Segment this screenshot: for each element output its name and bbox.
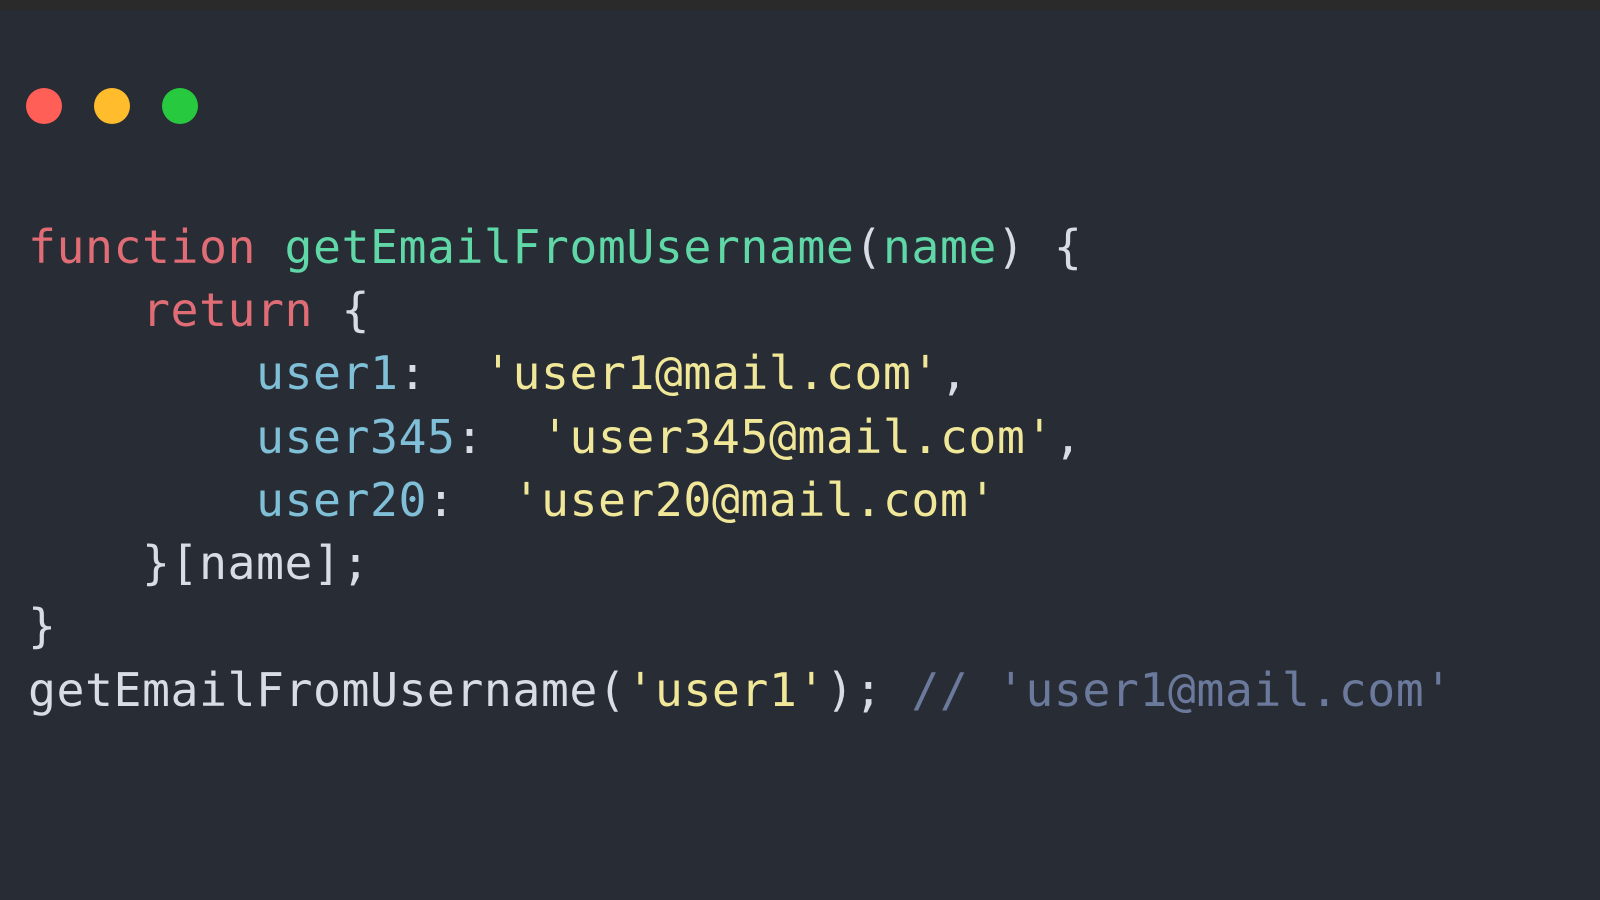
property-key: user1 — [256, 346, 398, 400]
string-argument: 'user1' — [626, 663, 825, 717]
code-content: function getEmailFromUsername(name) { re… — [0, 124, 1600, 722]
code-line-9: getEmailFromUsername('user1'); // 'user1… — [28, 659, 1600, 722]
string-literal: 'user345@mail.com' — [541, 410, 1054, 464]
code-line-4: user345: 'user345@mail.com', — [28, 406, 1600, 469]
code-editor: function getEmailFromUsername(name) { re… — [0, 10, 1600, 900]
code-line-7: } — [28, 595, 1600, 658]
top-bar — [0, 0, 1600, 10]
property-key: user20 — [256, 473, 427, 527]
code-line-1: function getEmailFromUsername(name) { — [28, 216, 1600, 279]
code-line-5: user20: 'user20@mail.com' — [28, 469, 1600, 532]
minimize-window-button[interactable] — [94, 88, 130, 124]
parameter: name — [883, 220, 997, 274]
code-line-3: user1: 'user1@mail.com', — [28, 342, 1600, 405]
comment: // 'user1@mail.com' — [911, 663, 1452, 717]
string-literal: 'user20@mail.com' — [512, 473, 996, 527]
keyword-function: function — [28, 220, 256, 274]
string-literal: 'user1@mail.com' — [484, 346, 940, 400]
code-line-2: return { — [28, 279, 1600, 342]
close-window-button[interactable] — [26, 88, 62, 124]
keyword-return: return — [142, 283, 313, 337]
function-name: getEmailFromUsername — [284, 220, 854, 274]
maximize-window-button[interactable] — [162, 88, 198, 124]
code-line-6: }[name]; — [28, 532, 1600, 595]
window-controls — [0, 10, 1600, 124]
function-call: getEmailFromUsername( — [28, 663, 626, 717]
property-key: user345 — [256, 410, 455, 464]
